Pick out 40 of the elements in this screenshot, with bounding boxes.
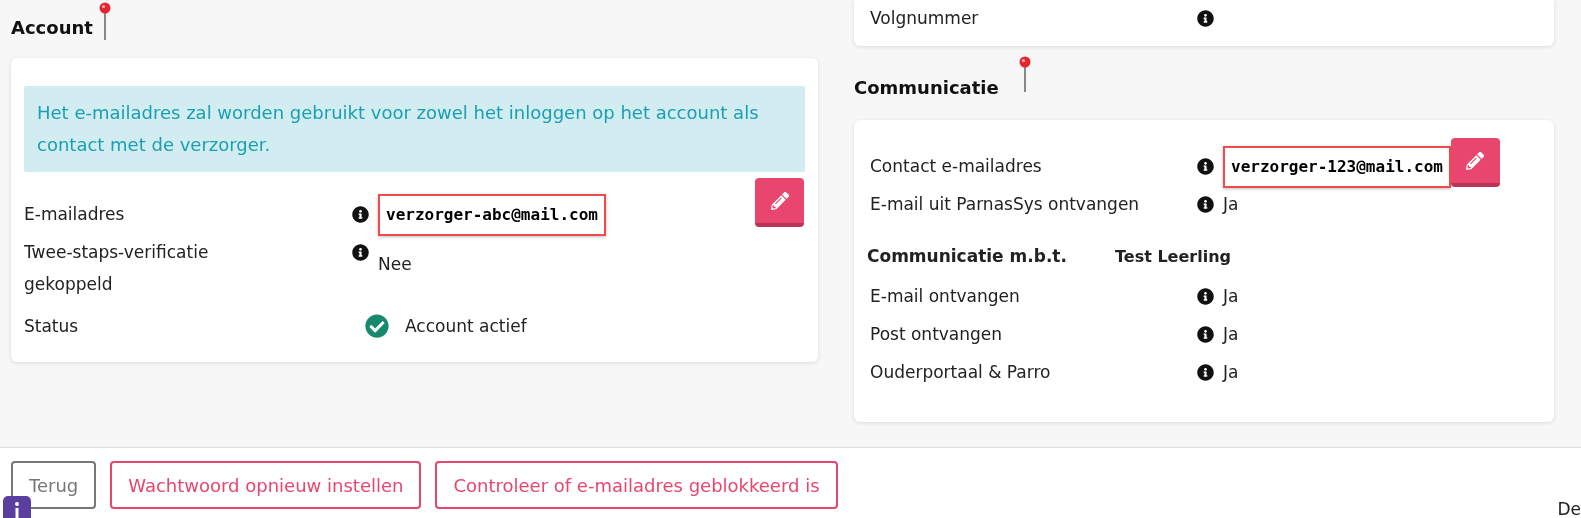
field-label: Twee-staps-verificatie gekoppeld	[24, 241, 210, 296]
field-label: Ouderportaal & Parro	[870, 361, 1052, 384]
edit-button[interactable]	[755, 178, 804, 227]
info-icon[interactable]	[1197, 288, 1214, 305]
info-alert: Het e-mailadres zal worden gebruikt voor zowel het inloggen op het account als contact met de verzorger.	[24, 86, 805, 172]
email-value: verzorger-123@mail.com	[1223, 146, 1451, 188]
field-label: Status	[24, 315, 80, 338]
info-icon[interactable]	[1197, 326, 1214, 343]
field-value: Ja	[1223, 323, 1239, 346]
field-label: Contact e-mailadres	[870, 155, 1043, 178]
info-icon[interactable]	[1197, 196, 1214, 213]
pencil-icon	[1466, 151, 1485, 170]
info-icon[interactable]	[1197, 364, 1214, 381]
info-icon[interactable]	[352, 244, 369, 261]
section-title: Account	[11, 17, 93, 40]
field-label: E-mail ontvangen	[870, 285, 1021, 308]
section-title: Communicatie	[854, 77, 999, 98]
status-value: Account actief	[405, 315, 527, 338]
student-name: Test Leerling	[1115, 246, 1231, 266]
info-icon[interactable]	[352, 206, 369, 223]
field-label: Volgnummer	[870, 7, 980, 30]
info-icon[interactable]	[1197, 10, 1214, 27]
field-label: E-mailadres	[24, 203, 126, 226]
subsection-title: Communicatie m.b.t.	[867, 246, 1068, 266]
back-button[interactable]: Terug	[11, 461, 97, 509]
pencil-icon	[770, 191, 789, 210]
field-value: Ja	[1223, 193, 1239, 216]
info-badge-icon[interactable]	[3, 496, 31, 518]
field-value: Ja	[1223, 361, 1239, 384]
field-value: Ja	[1223, 285, 1239, 308]
info-icon[interactable]	[1197, 158, 1214, 175]
action-button[interactable]: Controleer of e-mailadres geblokkeerd is	[435, 461, 838, 509]
email-value: verzorger-abc@mail.com	[378, 194, 606, 236]
field-label: E-mail uit ParnasSys ontvangen	[870, 193, 1141, 216]
footer-text: De	[1557, 500, 1581, 518]
field-label: Post ontvangen	[870, 323, 1004, 346]
action-button[interactable]: Wachtwoord opnieuw instellen	[110, 461, 422, 509]
field-value: Nee	[378, 253, 412, 276]
edit-button[interactable]	[1450, 138, 1500, 187]
check-icon	[365, 314, 389, 338]
